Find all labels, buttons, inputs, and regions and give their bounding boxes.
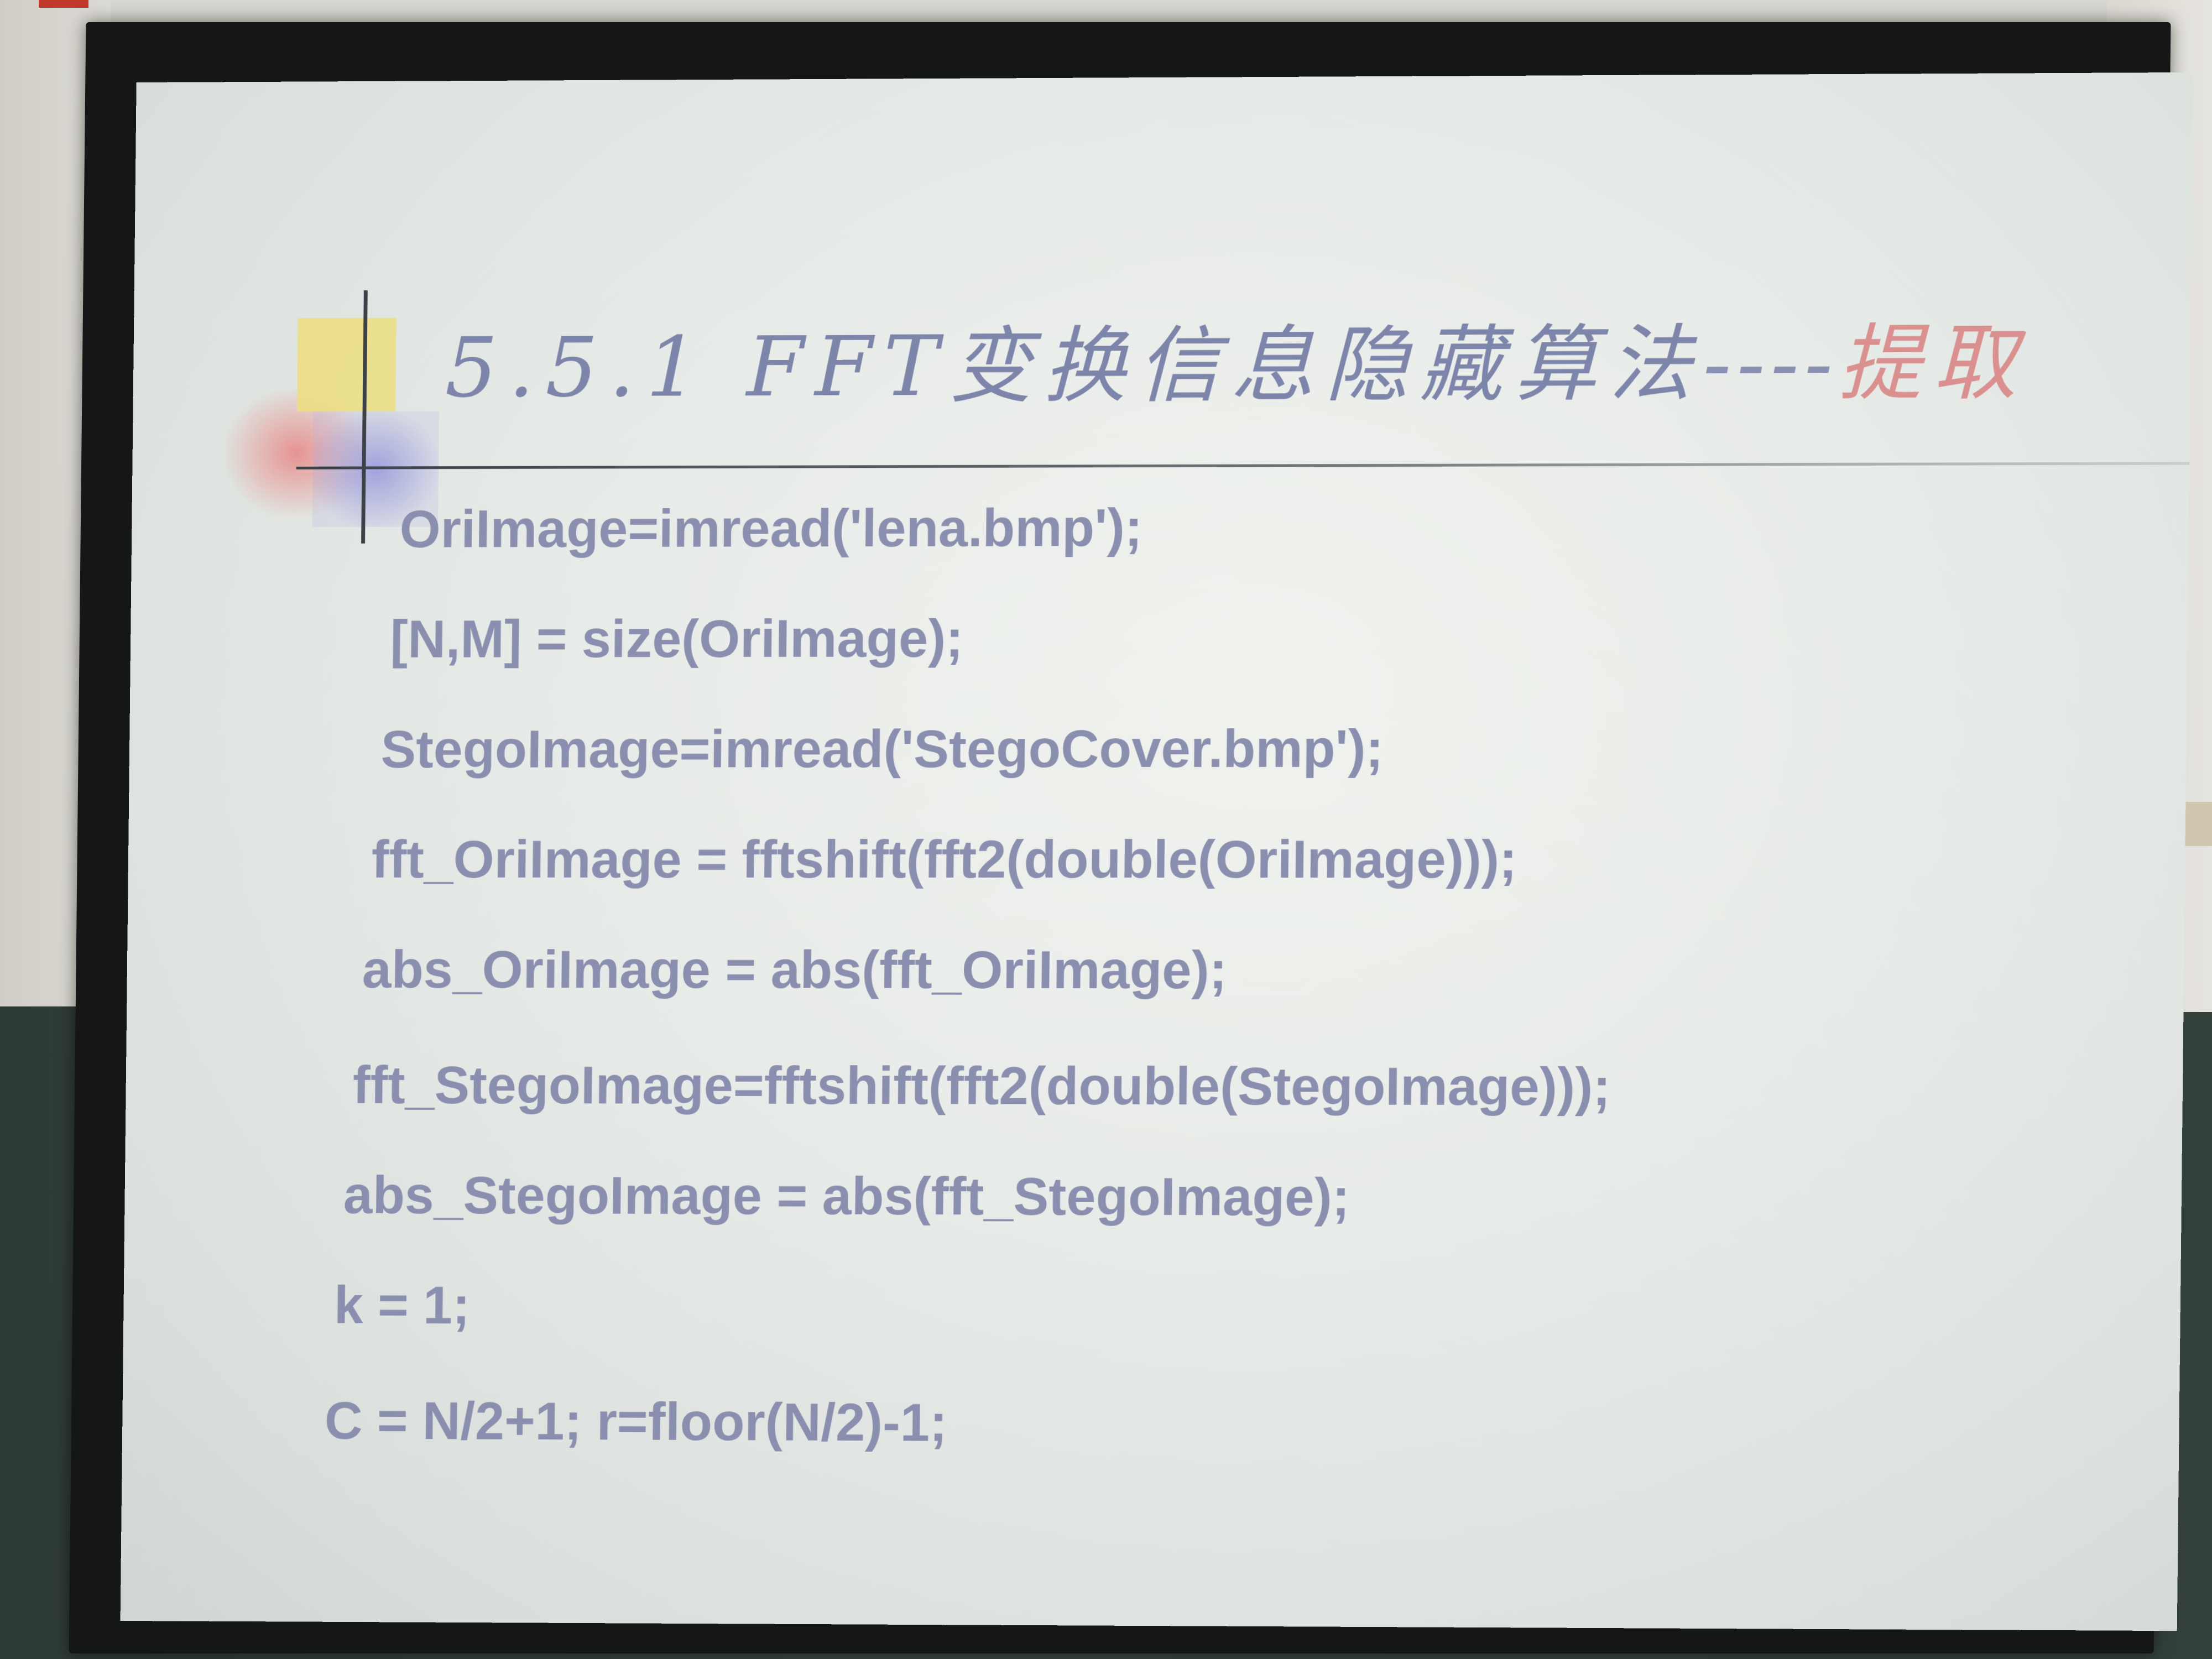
red-marker [39,0,88,8]
code-line: fft_StegoImage=fftshift(fft2(double(Steg… [352,1056,1611,1117]
code-line: abs_StegoImage = abs(fft_StegoImage); [343,1166,1350,1227]
projection-screen: 5.5.1 FFT变换信息隐藏算法----提取 OriImage=imread(… [69,22,2194,1653]
code-line: abs_OriImage = abs(fft_OriImage); [362,940,1228,1000]
code-block: OriImage=imread('lena.bmp'); [N,M] = size… [121,72,2194,1631]
code-line: C = N/2+1; r=floor(N/2)-1; [324,1391,948,1453]
code-line: k = 1; [333,1276,471,1335]
code-line: StegoImage=imread('StegoCover.bmp'); [380,719,1384,779]
projected-slide: 5.5.1 FFT变换信息隐藏算法----提取 OriImage=imread(… [120,72,2194,1631]
code-line: [N,M] = size(OriImage); [390,609,964,669]
code-line: OriImage=imread('lena.bmp'); [399,498,1143,559]
code-line: fft_OriImage = fftshift(fft2(double(OriI… [371,830,1517,890]
